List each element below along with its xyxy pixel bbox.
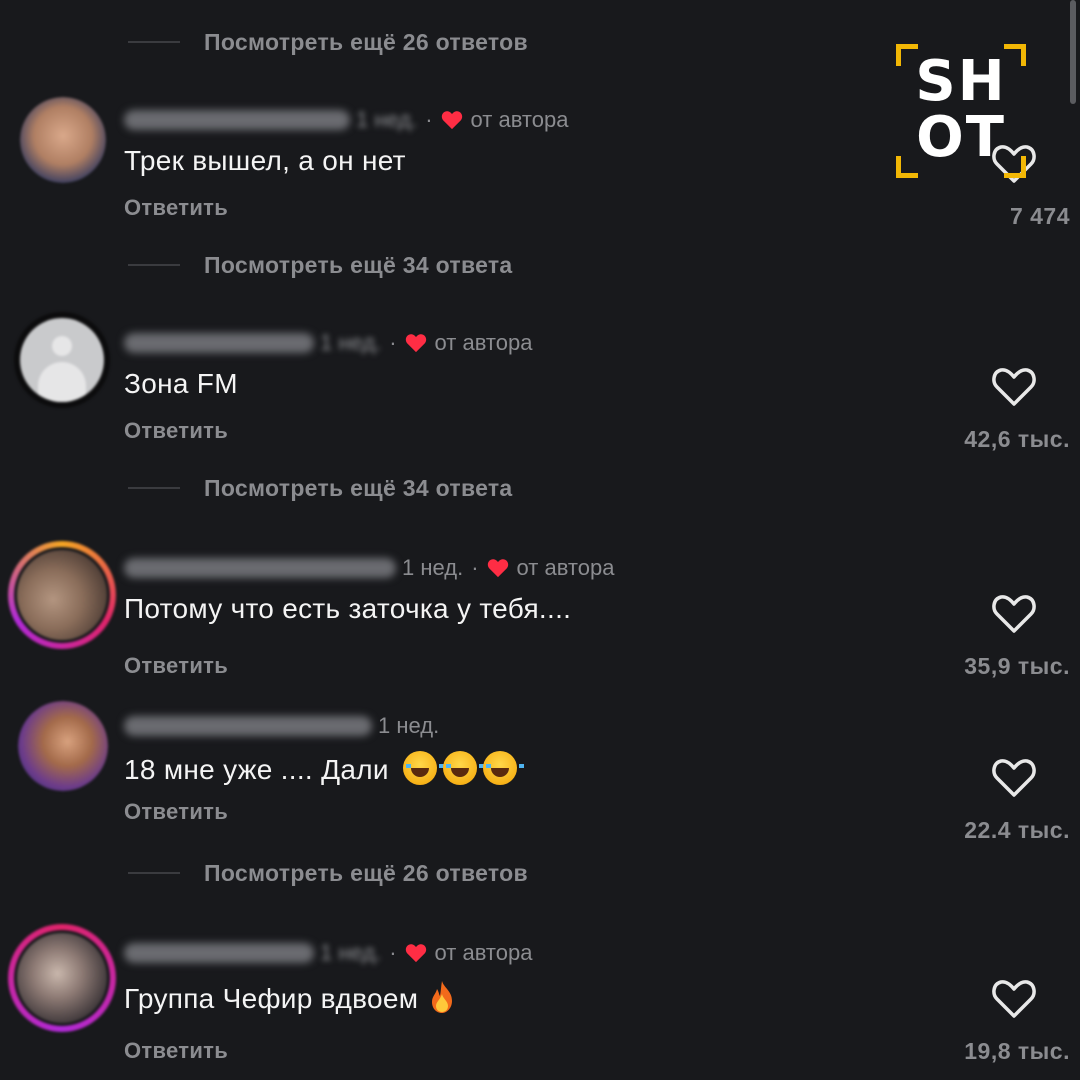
view-more-label: Посмотреть ещё 34 ответа — [204, 251, 513, 278]
author-badge: от автора — [516, 555, 615, 580]
thread-line — [128, 41, 180, 43]
scrollbar[interactable] — [1070, 0, 1076, 104]
comment-text: Зона FM — [124, 368, 238, 399]
liked-by-author-heart-icon — [441, 111, 462, 130]
reply-button[interactable]: Ответить — [124, 418, 228, 444]
separator-dot: · — [389, 330, 397, 355]
fire-emoji-icon — [432, 981, 453, 1013]
avatar[interactable] — [14, 312, 110, 408]
reply-button[interactable]: Ответить — [124, 653, 228, 679]
liked-by-author-heart-icon — [487, 559, 508, 578]
tears-of-joy-emoji-icon — [482, 751, 524, 785]
separator-dot: · — [425, 107, 433, 132]
reply-button[interactable]: Ответить — [124, 1038, 228, 1064]
like-count: 35,9 тыс. — [964, 653, 1070, 679]
comment-text: Потому что есть заточка у тебя.... — [124, 593, 572, 624]
reply-button[interactable]: Ответить — [124, 195, 228, 221]
username-blurred[interactable] — [124, 110, 350, 130]
like-heart-icon[interactable] — [990, 755, 1038, 799]
comment-date: 1 нед. — [320, 940, 382, 965]
comment-text: Группа Чефир вдвоем — [124, 980, 456, 1015]
view-more-label: Посмотреть ещё 26 ответов — [204, 28, 528, 55]
username-blurred[interactable] — [124, 558, 396, 578]
comment-text: Трек вышел, а он нет — [124, 145, 406, 176]
like-heart-icon[interactable] — [990, 591, 1038, 635]
comment-text: 18 мне уже .... Дали — [124, 751, 524, 786]
view-more-replies[interactable]: Посмотреть ещё 34 ответа — [128, 471, 513, 505]
tears-of-joy-emoji-icon — [402, 751, 444, 785]
like-count: 7 474 — [1009, 203, 1070, 229]
username-blurred[interactable] — [124, 943, 314, 963]
comment-text-content: Группа Чефир вдвоем — [124, 983, 419, 1014]
like-count: 22.4 тыс. — [964, 817, 1070, 843]
like-heart-icon[interactable] — [990, 976, 1038, 1020]
avatar[interactable] — [8, 541, 116, 649]
thread-line — [128, 487, 180, 489]
username-blurred[interactable] — [124, 333, 314, 353]
comment-date: 1 нед. — [378, 713, 440, 738]
author-badge: от автора — [434, 940, 533, 965]
view-more-replies[interactable]: Посмотреть ещё 26 ответов — [128, 856, 528, 890]
comment-meta: 1 нед. · от автора — [124, 551, 614, 585]
logo-text-line1: SH — [915, 49, 1007, 114]
avatar[interactable] — [8, 924, 116, 1032]
comment-date: 1 нед. — [402, 555, 464, 580]
shot-logo: SH OT — [896, 44, 1026, 178]
comment-meta: 1 нед. — [124, 709, 439, 743]
username-blurred[interactable] — [124, 716, 372, 736]
comment-date: 1 нед. — [320, 330, 382, 355]
thread-line — [128, 264, 180, 266]
view-more-replies[interactable]: Посмотреть ещё 26 ответов — [128, 25, 528, 59]
comment-meta: 1 нед. · от автора — [124, 936, 532, 970]
comment-date: 1 нед. — [356, 107, 418, 132]
view-more-label: Посмотреть ещё 34 ответа — [204, 474, 513, 501]
avatar[interactable] — [20, 97, 106, 183]
separator-dot: · — [471, 555, 479, 580]
author-badge: от автора — [434, 330, 533, 355]
like-count: 42,6 тыс. — [964, 426, 1070, 452]
thread-line — [128, 872, 180, 874]
view-more-label: Посмотреть ещё 26 ответов — [204, 859, 528, 886]
avatar[interactable] — [18, 701, 108, 791]
logo-text-line2: OT — [916, 105, 1006, 170]
comment-text-content: 18 мне уже .... Дали — [124, 754, 389, 785]
like-count: 19,8 тыс. — [964, 1038, 1070, 1064]
like-heart-icon[interactable] — [990, 364, 1038, 408]
liked-by-author-heart-icon — [405, 944, 426, 963]
reply-button[interactable]: Ответить — [124, 799, 228, 825]
view-more-replies[interactable]: Посмотреть ещё 34 ответа — [128, 248, 513, 282]
author-badge: от автора — [470, 107, 569, 132]
comment-meta: 1 нед. · от автора — [124, 326, 532, 360]
comment-meta: 1 нед. · от автора — [124, 103, 568, 137]
liked-by-author-heart-icon — [405, 334, 426, 353]
separator-dot: · — [389, 940, 397, 965]
tears-of-joy-emoji-icon — [442, 751, 484, 785]
